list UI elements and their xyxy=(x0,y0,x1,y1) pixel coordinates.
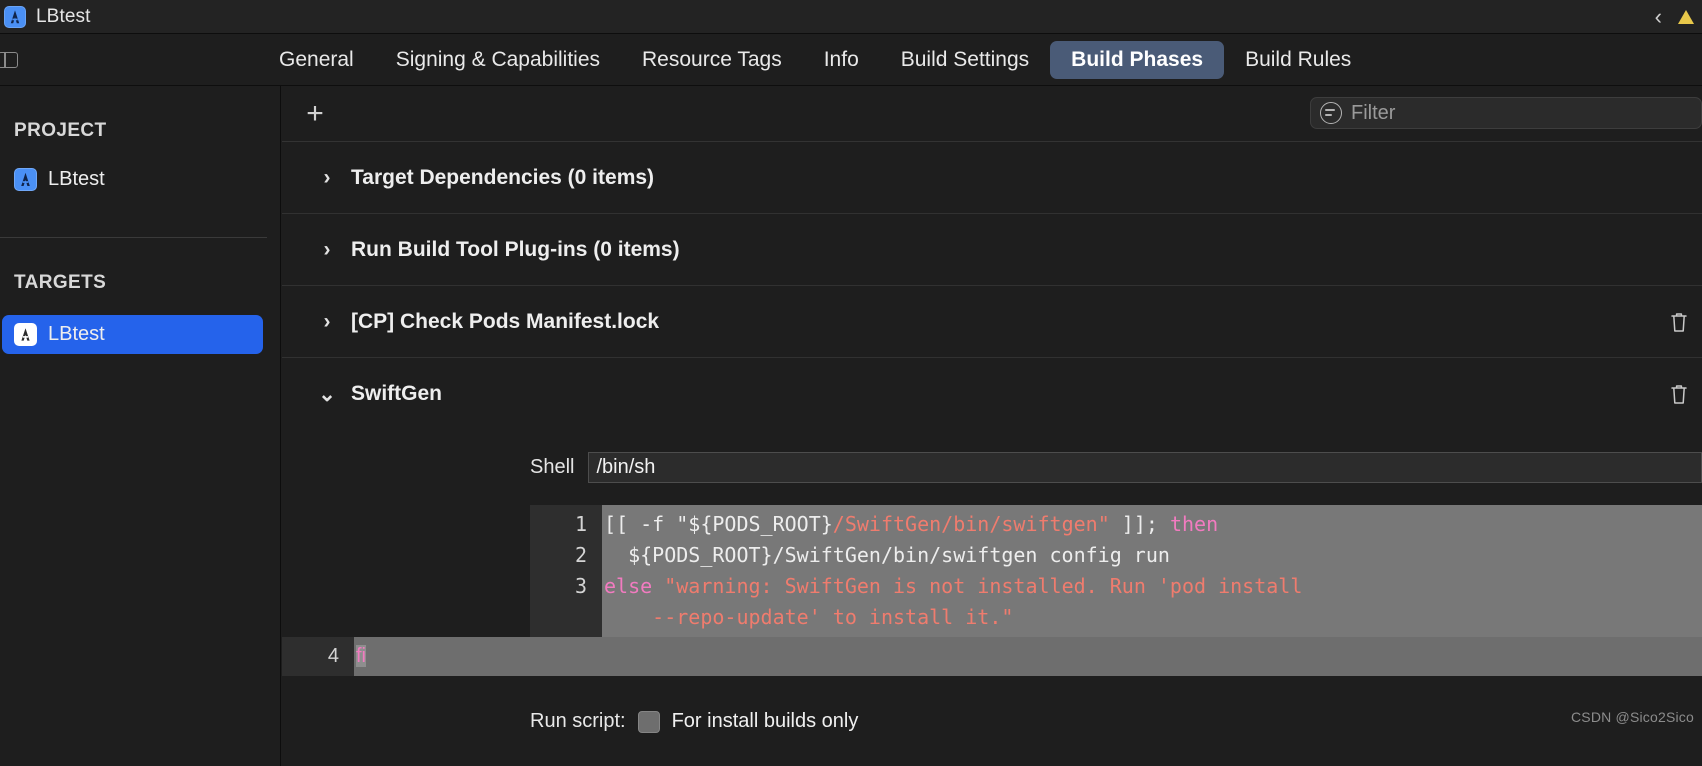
sidebar-item-label: LBtest xyxy=(48,323,105,345)
phase-label: Target Dependencies (0 items) xyxy=(351,165,655,189)
code-line-3: else "warning: SwiftGen is not installed… xyxy=(602,571,1702,602)
phase-row-target-dependencies[interactable]: › Target Dependencies (0 items) xyxy=(282,142,1702,214)
title-bar: LBtest ‹ xyxy=(0,0,1702,34)
tab-signing-capabilities[interactable]: Signing & Capabilities xyxy=(375,41,621,79)
tab-build-rules[interactable]: Build Rules xyxy=(1224,41,1372,79)
for-install-builds-only-checkbox[interactable] xyxy=(637,710,660,733)
script-code-area[interactable]: [[ -f "${PODS_ROOT}/SwiftGen/bin/swiftge… xyxy=(602,505,1702,637)
xcode-project-icon xyxy=(14,168,37,191)
swiftgen-phase-body: Shell 1 2 3 [[ -f "${PODS_ROOT}/SwiftGen… xyxy=(282,430,1702,733)
shell-input[interactable] xyxy=(588,452,1702,483)
navigator-toggle-icon[interactable] xyxy=(0,51,18,68)
tab-build-phases[interactable]: Build Phases xyxy=(1050,40,1225,79)
trash-icon[interactable] xyxy=(1669,383,1689,406)
phase-row-swiftgen[interactable]: ⌄ SwiftGen xyxy=(282,358,1702,430)
phase-row-run-build-tool-plugins[interactable]: › Run Build Tool Plug-ins (0 items) xyxy=(282,214,1702,286)
sidebar-header-project: PROJECT xyxy=(14,120,107,141)
xcode-target-icon xyxy=(14,323,37,346)
sidebar-item-project-lbtest[interactable]: LBtest xyxy=(2,160,263,199)
chevron-down-icon[interactable]: ⌄ xyxy=(314,382,340,407)
chevron-right-icon[interactable]: › xyxy=(314,238,340,262)
code-token-string: --repo-update' to install it." xyxy=(604,605,1014,629)
phase-label: [CP] Check Pods Manifest.lock xyxy=(351,309,660,333)
code-line-2: ${PODS_ROOT}/SwiftGen/bin/swiftgen confi… xyxy=(602,540,1702,571)
line-number-gutter: 4 xyxy=(282,637,354,676)
shell-row: Shell xyxy=(282,430,1702,483)
filter-icon xyxy=(1320,102,1342,124)
tab-general[interactable]: General xyxy=(258,41,375,79)
line-number: 2 xyxy=(574,543,587,567)
build-phases-toolbar: + Filter xyxy=(282,86,1702,142)
code-token: ${PODS_ROOT}/SwiftGen/bin/swiftgen confi… xyxy=(604,543,1170,567)
run-script-label: Run script: xyxy=(530,710,626,732)
filter-field[interactable]: Filter xyxy=(1310,97,1702,129)
phase-label: SwiftGen xyxy=(351,382,443,405)
for-install-builds-only-label: For install builds only xyxy=(671,710,859,732)
xcode-window: LBtest ‹ General Signing & Capabilities … xyxy=(0,0,1702,766)
code-token-keyword: then xyxy=(1169,512,1219,536)
line-number: 3 xyxy=(574,574,587,598)
window-right-controls: ‹ xyxy=(1655,5,1702,28)
chevron-left-icon[interactable]: ‹ xyxy=(1655,5,1662,28)
navigator-toggle-container[interactable] xyxy=(0,51,26,68)
code-token-string: "warning: SwiftGen is not installed. Run… xyxy=(652,574,1303,598)
plus-icon[interactable]: + xyxy=(300,98,330,129)
phase-row-check-pods-manifest-lock[interactable]: › [CP] Check Pods Manifest.lock xyxy=(282,286,1702,358)
editor-tab-bar: General Signing & Capabilities Resource … xyxy=(0,34,1702,86)
tab-info[interactable]: Info xyxy=(803,41,880,79)
code-line-4: fi xyxy=(354,641,1702,672)
filter-placeholder: Filter xyxy=(1351,101,1396,124)
tab-list: General Signing & Capabilities Resource … xyxy=(258,40,1372,79)
line-number: 1 xyxy=(574,512,587,536)
code-token: [[ -f xyxy=(604,512,677,536)
trash-icon[interactable] xyxy=(1669,310,1689,333)
phase-list: › Target Dependencies (0 items) › Run Bu… xyxy=(282,142,1702,733)
build-phases-pane: + Filter › Target Dependencies (0 items)… xyxy=(282,86,1702,766)
shell-label: Shell xyxy=(530,456,575,478)
tab-resource-tags[interactable]: Resource Tags xyxy=(621,41,803,79)
window-title: LBtest xyxy=(36,5,91,27)
code-token-keyword: else xyxy=(604,574,653,598)
xcode-app-icon xyxy=(4,5,26,28)
tab-build-settings[interactable]: Build Settings xyxy=(880,41,1050,79)
chevron-right-icon[interactable]: › xyxy=(314,166,340,190)
watermark: CSDN @Sico2Sico xyxy=(1570,709,1694,725)
script-editor-last-line[interactable]: 4 fi xyxy=(282,637,1702,676)
code-line-3-continuation: --repo-update' to install it." xyxy=(602,602,1702,633)
sidebar-header-targets: TARGETS xyxy=(14,272,107,293)
script-code-area-last[interactable]: fi xyxy=(354,637,1702,676)
line-number-gutter: 1 2 3 xyxy=(530,505,602,637)
run-script-row: Run script: For install builds only xyxy=(282,710,1702,733)
code-token-string: /SwiftGen/bin/swiftgen" xyxy=(832,512,1110,536)
chevron-right-icon[interactable]: › xyxy=(314,310,340,334)
warning-triangle-icon[interactable] xyxy=(1678,9,1694,24)
code-line-1: [[ -f "${PODS_ROOT}/SwiftGen/bin/swiftge… xyxy=(602,509,1702,540)
sidebar-item-label: LBtest xyxy=(48,168,105,190)
sidebar-item-target-lbtest[interactable]: LBtest xyxy=(2,315,263,354)
script-editor[interactable]: 1 2 3 [[ -f "${PODS_ROOT}/SwiftGen/bin/s… xyxy=(530,505,1702,637)
sidebar-divider xyxy=(0,237,267,238)
line-number: 4 xyxy=(327,645,339,667)
code-token: ]]; xyxy=(1109,512,1170,536)
code-token-keyword: fi xyxy=(356,645,366,667)
phase-label: Run Build Tool Plug-ins (0 items) xyxy=(351,237,680,261)
project-sidebar: PROJECT LBtest TARGETS LBtest xyxy=(0,86,281,766)
code-token: "${PODS_ROOT} xyxy=(676,512,833,536)
